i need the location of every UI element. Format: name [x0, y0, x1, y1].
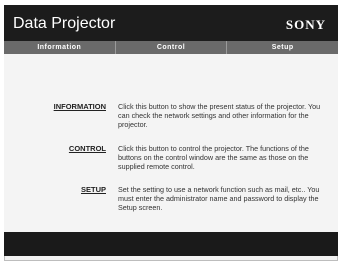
- tab-bar: Information Control Setup: [4, 41, 339, 54]
- brand-logo: SONY: [285, 17, 326, 32]
- setup-link[interactable]: SETUP: [81, 185, 106, 194]
- tab-control[interactable]: Control: [115, 41, 228, 54]
- setup-description: Set the setting to use a network functio…: [118, 185, 320, 212]
- footer-bar: [4, 232, 338, 256]
- tab-setup[interactable]: Setup: [227, 41, 339, 54]
- information-link[interactable]: INFORMATION: [54, 102, 106, 111]
- app-title: Data Projector: [13, 15, 116, 32]
- information-description: Click this button to show the present st…: [118, 102, 321, 129]
- main-content: INFORMATION Click this button to show th…: [4, 54, 338, 232]
- app-header: Data Projector SONY: [4, 5, 338, 41]
- control-description: Click this button to control the project…: [118, 144, 309, 171]
- tab-information[interactable]: Information: [4, 41, 116, 54]
- control-link[interactable]: CONTROL: [69, 144, 106, 153]
